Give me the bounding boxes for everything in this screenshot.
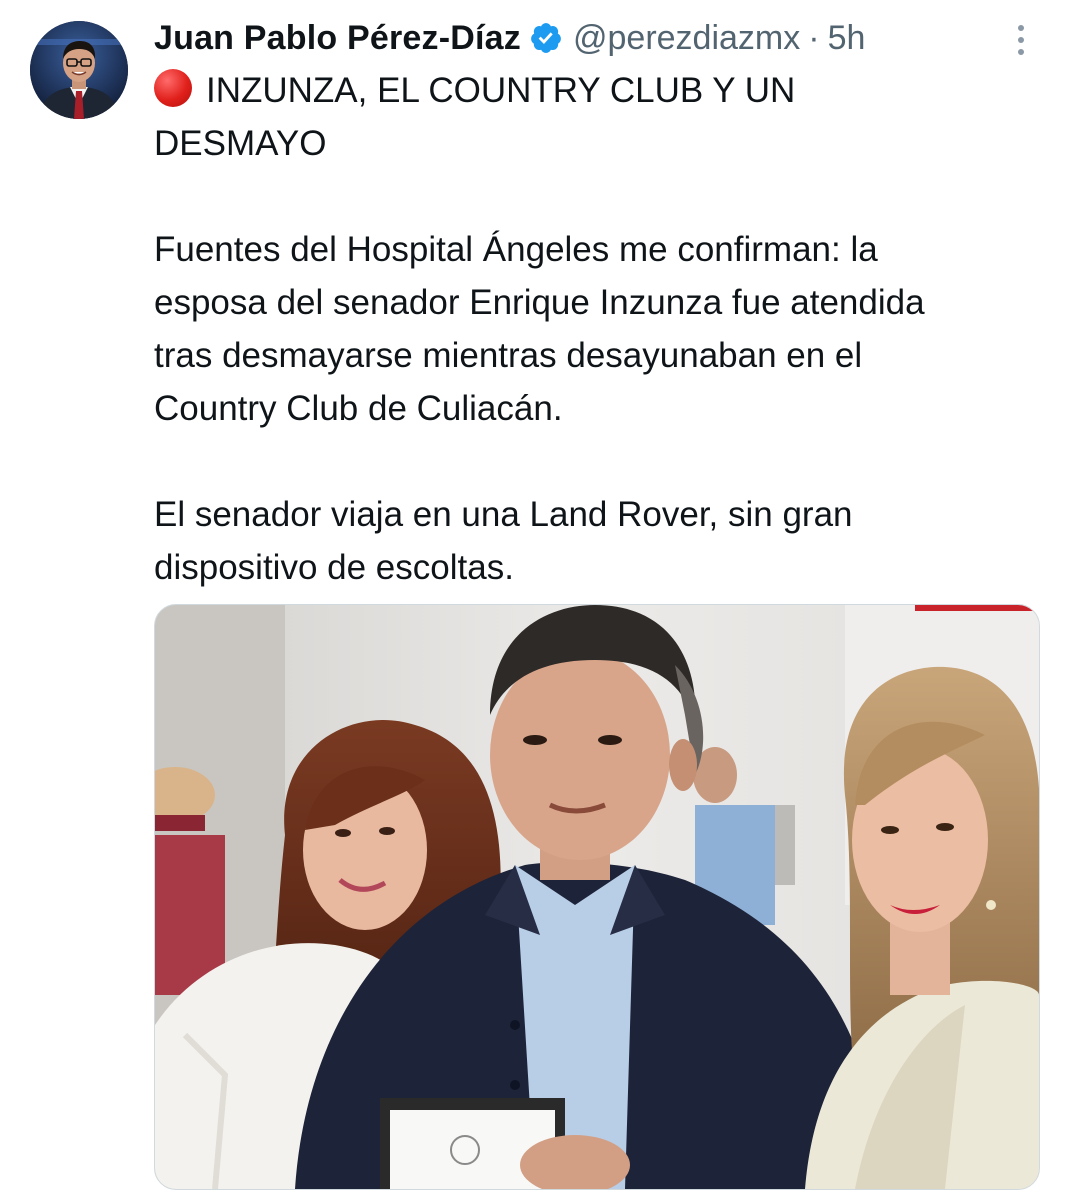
headline-line-2: DESMAYO [154,124,327,163]
avatar[interactable] [30,21,128,119]
paragraph-1-line-3: tras desmayarse mientras desayunaban en … [154,336,863,375]
tweet-text: INZUNZA, EL COUNTRY CLUB Y UN DESMAYO Fu… [154,64,1054,594]
separator-dot: · [808,18,820,57]
avatar-image [30,21,128,119]
headline-text-1: INZUNZA, EL COUNTRY CLUB Y UN [206,71,796,110]
paragraph-2-line-2: dispositivo de escoltas. [154,548,514,587]
paragraph-1-line-2: esposa del senador Enrique Inzunza fue a… [154,283,925,322]
red-circle-emoji-icon [154,69,192,107]
author-name[interactable]: Juan Pablo Pérez-Díaz [154,19,521,58]
paragraph-1-line-1: Fuentes del Hospital Ángeles me confirma… [154,230,878,269]
paragraph-2-line-1: El senador viaja en una Land Rover, sin … [154,495,853,534]
paragraph-1-line-4: Country Club de Culiacán. [154,389,563,428]
tweet[interactable]: Juan Pablo Pérez-Díaz @perezdiazmx · 5h … [0,0,1069,1200]
verified-badge-icon[interactable] [529,21,563,55]
more-options-icon[interactable] [1006,20,1036,60]
tweet-header: Juan Pablo Pérez-Díaz @perezdiazmx · 5h [154,12,865,64]
tweet-photo[interactable] [154,604,1040,1190]
photo-image [155,605,1039,1189]
author-handle[interactable]: @perezdiazmx [573,19,800,58]
headline-line-1: INZUNZA, EL COUNTRY CLUB Y UN [154,64,1054,117]
tweet-timestamp[interactable]: 5h [828,19,866,58]
